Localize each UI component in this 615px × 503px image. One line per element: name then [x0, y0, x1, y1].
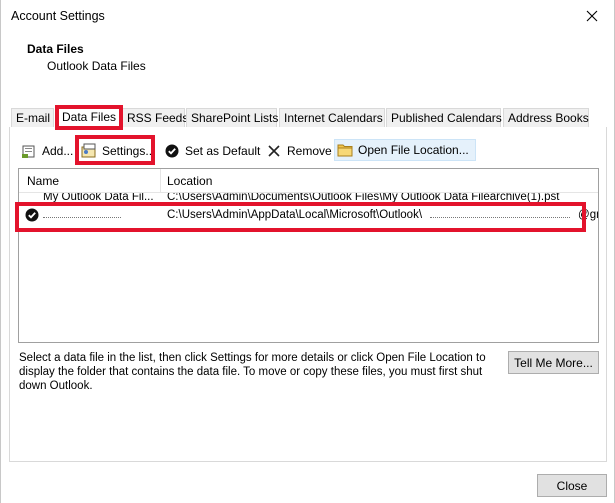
list-header: Name Location	[19, 169, 598, 193]
tab-internet-calendars[interactable]: Internet Calendars	[279, 108, 385, 128]
open-file-location-label: Open File Location...	[358, 143, 469, 157]
close-button[interactable]: Close	[537, 474, 607, 497]
row-name: My Outlook Data Fil...	[43, 193, 154, 203]
open-file-location-button[interactable]: Open File Location...	[334, 139, 476, 161]
list-row[interactable]: My Outlook Data Fil... C:\Users\Admin\Do…	[19, 193, 598, 205]
redaction-mark	[430, 209, 571, 218]
title-bar: Account Settings	[1, 0, 614, 32]
settings-icon	[81, 143, 97, 159]
column-location[interactable]: Location	[167, 174, 212, 188]
tab-address-books[interactable]: Address Books	[503, 108, 589, 128]
add-data-file-icon	[21, 143, 37, 159]
remove-x-icon	[266, 143, 282, 159]
section-title: Data Files	[27, 42, 84, 56]
checkmark-circle-icon	[164, 143, 180, 159]
folder-icon	[337, 142, 353, 158]
add-label: Add...	[42, 144, 74, 158]
settings-label: Settings...	[102, 144, 156, 158]
help-description: Select a data file in the list, then cli…	[19, 352, 486, 392]
column-divider[interactable]	[160, 169, 161, 193]
set-as-default-label: Set as Default	[185, 144, 261, 158]
row-location-suffix: @gmail.com ...	[578, 209, 598, 221]
set-as-default-button[interactable]: Set as Default	[164, 141, 260, 161]
settings-button[interactable]: Settings...	[81, 141, 155, 161]
tab-rss-feeds[interactable]: RSS Feeds	[122, 108, 188, 128]
tab-email[interactable]: E-mail	[11, 108, 54, 128]
remove-label: Remove	[287, 144, 332, 158]
close-icon[interactable]	[578, 4, 606, 28]
window-title: Account Settings	[11, 9, 105, 23]
tab-sharepoint-lists[interactable]: SharePoint Lists	[186, 108, 278, 128]
column-name[interactable]: Name	[27, 174, 59, 188]
account-settings-window: Account Settings Data Files Outlook Data…	[0, 0, 615, 503]
tab-data-files[interactable]: Data Files	[57, 107, 120, 128]
data-files-list[interactable]: Name Location My Outlook Data Fil... C:\…	[18, 168, 599, 343]
section-subtitle: Outlook Data Files	[47, 59, 146, 73]
tab-published-calendars[interactable]: Published Calendars	[386, 108, 502, 128]
row-location: C:\Users\Admin\Documents\Outlook Files\M…	[167, 193, 560, 203]
default-checkmark-icon	[25, 208, 40, 223]
tell-me-more-button[interactable]: Tell Me More...	[508, 351, 599, 374]
redaction-mark	[43, 209, 121, 218]
list-row-default[interactable]: C:\Users\Admin\AppData\Local\Microsoft\O…	[19, 206, 598, 226]
row-location-prefix: C:\Users\Admin\AppData\Local\Microsoft\O…	[167, 209, 423, 221]
row-name-redacted	[43, 209, 155, 221]
row-location: C:\Users\Admin\AppData\Local\Microsoft\O…	[167, 209, 598, 221]
add-button[interactable]: Add...	[21, 141, 73, 161]
remove-button[interactable]: Remove	[266, 141, 332, 161]
